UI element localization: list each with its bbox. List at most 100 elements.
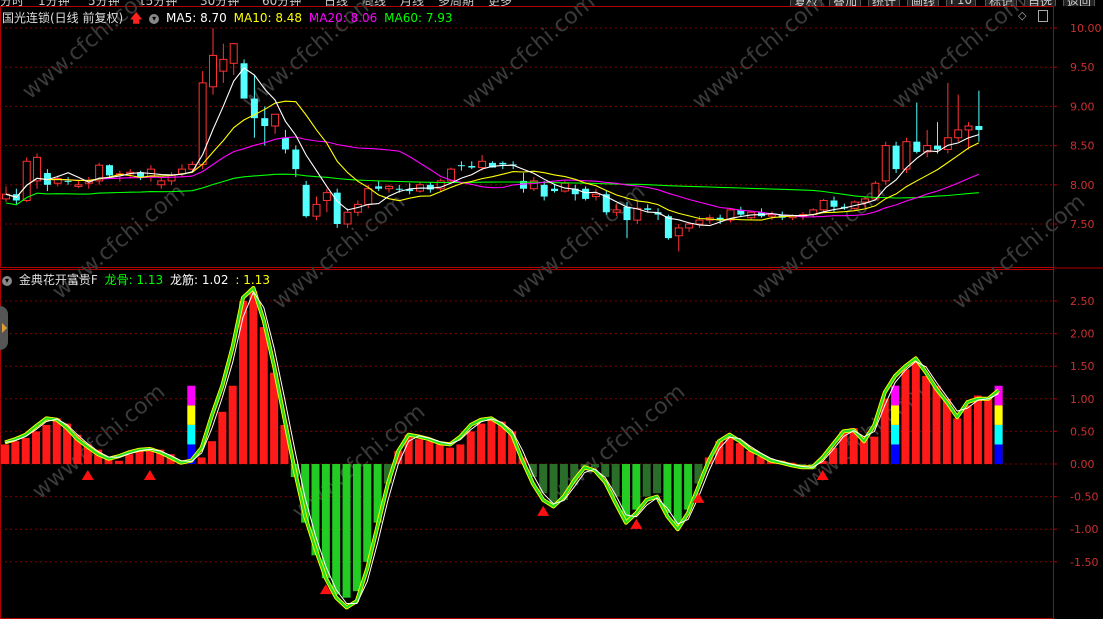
osc-bar-positive xyxy=(466,431,475,464)
osc-bar-positive xyxy=(239,301,248,464)
candle-up xyxy=(819,199,828,211)
osc-bar-positive xyxy=(218,411,227,464)
arrow-up-icon: 🡅 xyxy=(130,11,143,25)
buy-signal-marker xyxy=(630,518,643,529)
osc-bar-positive xyxy=(11,441,20,464)
osc-bar-negative xyxy=(632,464,641,510)
candle-down xyxy=(457,165,465,167)
price-tick-label: 7.50 xyxy=(1070,218,1095,231)
indicator-titlebar: ▾ 金典花开富贵F 龙骨: 1.13 龙筋: 1.02 : 1.13 xyxy=(2,271,273,288)
osc-tick-label: 1.50 xyxy=(1070,360,1095,373)
osc-bar-positive xyxy=(725,434,734,464)
stock-title[interactable]: 国光连锁(日线 前复权) xyxy=(2,11,123,25)
candle-down xyxy=(395,188,403,190)
osc-bar-positive xyxy=(446,447,455,464)
candle-down xyxy=(644,208,652,210)
candle-up xyxy=(229,43,238,64)
osc-signal-segment xyxy=(187,385,196,406)
osc-tick-label: 2.00 xyxy=(1070,328,1095,341)
candle-up xyxy=(881,145,890,182)
osc-signal-segment xyxy=(187,405,196,425)
watermark-2: www.cfchi.com xyxy=(458,0,600,115)
osc-signal-segment xyxy=(994,405,1003,425)
candle-down xyxy=(582,188,590,199)
candle-up xyxy=(674,227,683,237)
watermark-4: www.cfchi.com xyxy=(888,0,1030,115)
osc-bar-positive xyxy=(135,450,144,464)
osc-bar-negative xyxy=(590,464,599,468)
indicator-settings-icon[interactable]: ▾ xyxy=(2,275,12,286)
osc-bar-positive xyxy=(52,418,61,464)
ma20-label: MA20: 8.06 xyxy=(308,11,378,25)
watermark-9: www.cfchi.com xyxy=(948,189,1090,314)
osc-tick-label: 1.00 xyxy=(1070,393,1095,406)
candle-up xyxy=(157,180,166,186)
candle-up xyxy=(695,219,704,225)
candle-down xyxy=(64,180,72,182)
candle-down xyxy=(551,188,559,192)
price-tick-label: 9.50 xyxy=(1070,61,1095,74)
settings-circle-icon[interactable]: ▾ xyxy=(149,13,160,24)
diamond-icon[interactable]: ◇ xyxy=(1018,9,1026,22)
candle-up xyxy=(384,185,393,190)
osc-bar-negative xyxy=(622,464,630,520)
candle-down xyxy=(830,200,838,207)
osc-bar-positive xyxy=(922,375,931,464)
osc-tick-label: -1.00 xyxy=(1070,523,1098,536)
ma60-label: MA60: 7.93 xyxy=(384,11,453,25)
osc-bar-negative xyxy=(342,464,351,598)
window-toggle-icon[interactable] xyxy=(1038,10,1048,22)
candle-up xyxy=(612,209,621,213)
candle-down xyxy=(934,145,941,150)
candle-up xyxy=(322,192,331,201)
buy-signal-marker xyxy=(537,505,550,516)
osc-bar-positive xyxy=(208,441,216,464)
candle-down xyxy=(468,165,476,168)
osc-bar-positive xyxy=(911,360,920,464)
side-collapse-tab[interactable] xyxy=(0,306,8,350)
osc-bar-positive xyxy=(984,398,993,464)
candle-down xyxy=(281,137,289,150)
osc-signal-segment xyxy=(891,405,900,425)
candle-down xyxy=(913,141,921,152)
osc-bar-positive xyxy=(953,418,962,464)
osc-signal-segment xyxy=(187,424,196,445)
candle-down xyxy=(892,145,900,170)
candle-up xyxy=(954,129,963,139)
osc-bar-positive xyxy=(735,443,744,464)
osc-bar-positive xyxy=(973,395,982,464)
candle-up xyxy=(33,156,42,182)
candle-down xyxy=(375,186,383,189)
candle-down xyxy=(302,184,310,217)
candle-down xyxy=(664,216,672,239)
osc-bar-positive xyxy=(21,437,30,464)
osc-tick-label: 2.50 xyxy=(1070,295,1095,308)
osc-tick-label: 0.50 xyxy=(1070,425,1095,438)
osc-bar-positive xyxy=(249,291,258,464)
osc-bar-positive xyxy=(114,460,123,464)
osc-bar-negative xyxy=(363,464,372,562)
candle-down xyxy=(623,206,631,221)
ma10-label: MA10: 8.48 xyxy=(233,11,303,25)
candle-down xyxy=(292,149,300,170)
candle-up xyxy=(964,125,973,131)
candle-up xyxy=(685,223,694,229)
osc-bar-positive xyxy=(477,423,486,464)
candle-down xyxy=(426,184,434,190)
osc-bar-positive xyxy=(456,444,465,464)
price-tick-label: 8.00 xyxy=(1070,179,1095,192)
price-tick-label: 8.50 xyxy=(1070,140,1095,153)
osc-signal-segment xyxy=(994,444,1003,464)
candle-up xyxy=(219,58,228,72)
indicator-title[interactable]: 金典花开富贵F xyxy=(19,273,98,287)
watermark-8: www.cfchi.com xyxy=(748,179,890,304)
main-panel-titlebar: 国光连锁(日线 前复权) 🡅 ▾ MA5: 8.70 MA10: 8.48 MA… xyxy=(2,9,456,30)
candle-up xyxy=(478,160,487,169)
osc-tick-label: -1.50 xyxy=(1070,556,1098,569)
osc-tick-label: -0.50 xyxy=(1070,491,1098,504)
longjin-label: 龙筋: 1.02 xyxy=(169,273,229,287)
candle-up xyxy=(767,214,776,217)
candle-down xyxy=(975,126,983,130)
candle-up xyxy=(74,184,83,187)
osc-signal-segment xyxy=(891,424,900,445)
